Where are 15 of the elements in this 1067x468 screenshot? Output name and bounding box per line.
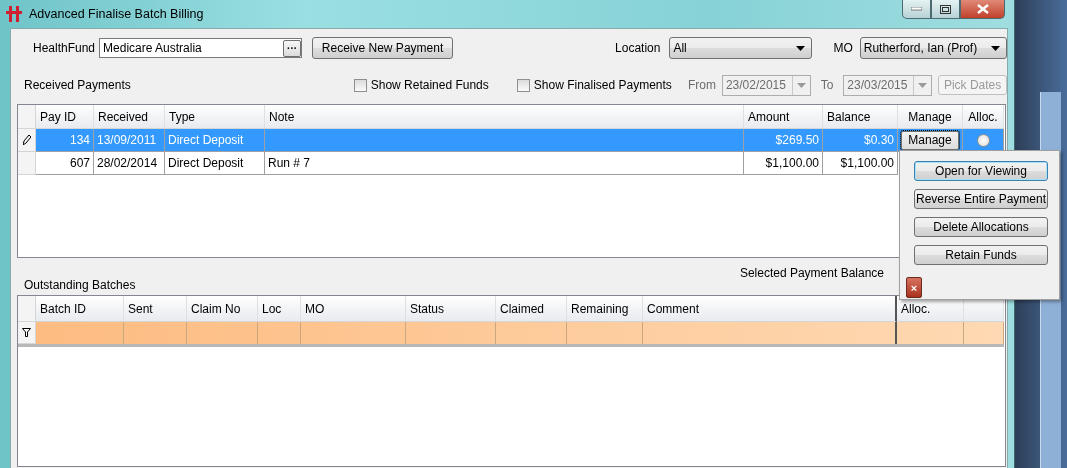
table-cell: $1,100.00 [744,152,823,175]
table-cell: 607 [36,152,94,175]
table-cell: Direct Deposit [165,152,265,175]
to-label: To [820,78,834,92]
window-title: Advanced Finalise Batch Billing [29,7,204,21]
mo-label: MO [833,41,853,55]
health-fund-label: HealthFund [33,41,96,55]
selected-payment-balance-label: Selected Payment Balance [739,266,884,280]
section-title: Received Payments [24,78,131,92]
table-cell: 28/02/2014 [94,152,165,175]
section-title: Outstanding Batches [24,278,136,292]
location-label: Location [615,41,661,55]
table-cell: Run # 7 [265,152,744,175]
from-label: From [687,78,716,92]
table-cell: $1,100.00 [823,152,898,175]
